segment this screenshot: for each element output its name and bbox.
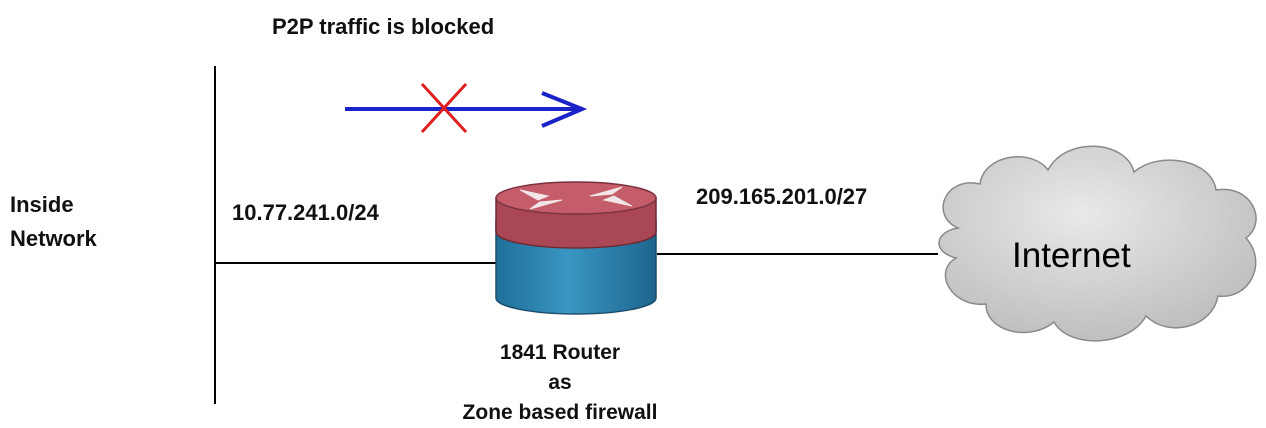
inside-network-label: Inside Network (10, 188, 97, 256)
router-caption-line3: Zone based firewall (462, 401, 658, 424)
traffic-arrow-icon (345, 91, 588, 128)
inside-network-line1: Inside (10, 192, 74, 217)
router-caption-line1: 1841 Router (499, 341, 621, 364)
outside-subnet-label: 209.165.201.0/27 (696, 184, 868, 209)
inside-subnet-label: 10.77.241.0/24 (232, 200, 379, 225)
router-caption-line2: as (548, 371, 572, 394)
inside-network-line2: Network (10, 226, 97, 251)
router-caption: 1841 Router as Zone based firewall (440, 338, 680, 428)
internet-label: Internet (1012, 236, 1131, 275)
router-icon (495, 181, 657, 315)
diagram-title: P2P traffic is blocked (272, 14, 495, 39)
